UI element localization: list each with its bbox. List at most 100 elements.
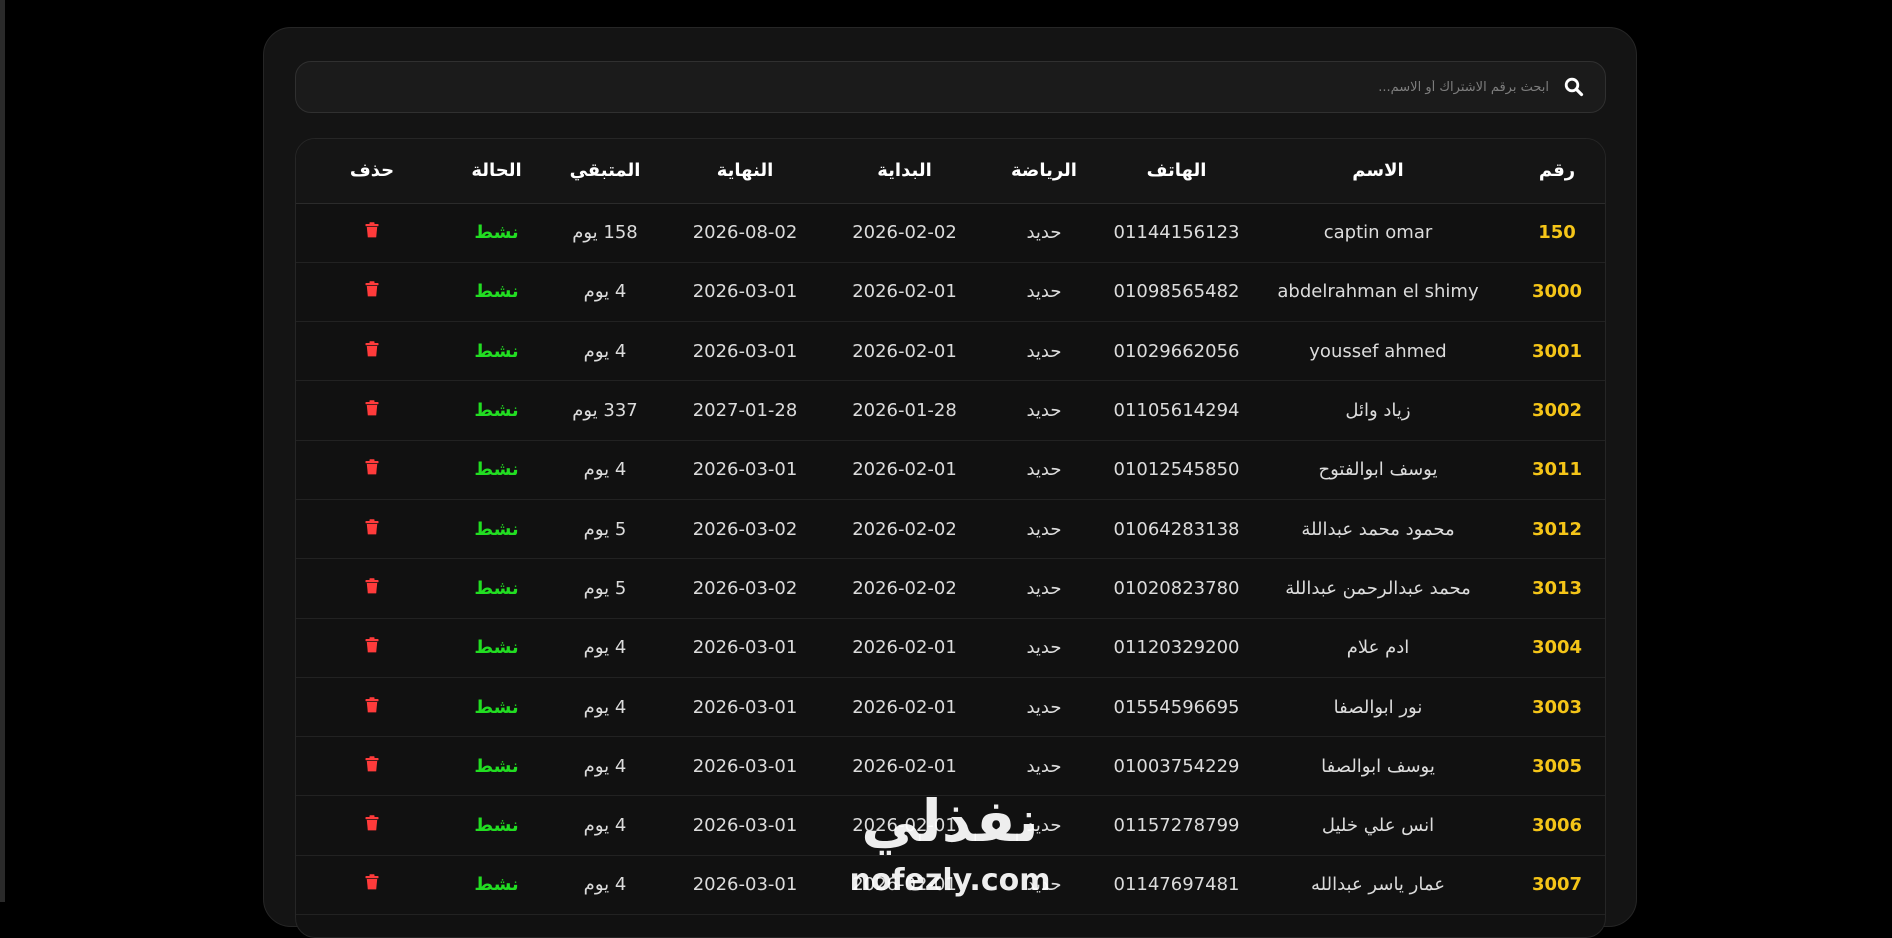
cell-id: 3012 [1507, 499, 1605, 560]
cell-end-date: 2027-01-28 [665, 380, 825, 441]
trash-icon[interactable] [365, 400, 379, 416]
header-phone: الهاتف [1104, 139, 1249, 204]
trash-icon[interactable] [365, 459, 379, 475]
cell-phone: 01003754229 [1104, 736, 1249, 797]
table-row: 3005 يوسف ابوالصفا 01003754229 حديد 2026-02-… [296, 736, 1605, 797]
header-sport: الرياضة [984, 139, 1104, 204]
cell-name: يوسف ابوالصفا [1249, 736, 1507, 797]
cell-remaining: 4 يوم [545, 855, 665, 916]
search-input[interactable] [296, 62, 1549, 112]
cell-start-date: 2026-02-01 [825, 736, 984, 797]
cell-sport: حديد [984, 262, 1104, 323]
cell-sport: حديد [984, 677, 1104, 738]
cell-end-date: 2026-03-01 [665, 677, 825, 738]
cell-delete [296, 380, 448, 441]
trash-icon[interactable] [365, 222, 379, 238]
cell-name: ادم علام [1249, 618, 1507, 678]
cell-delete [296, 499, 448, 560]
trash-icon[interactable] [365, 281, 379, 297]
table-row: 3011 يوسف ابوالفتوح 01012545850 حديد 2026-02… [296, 440, 1605, 500]
trash-icon[interactable] [365, 518, 379, 535]
subscribers-table: رقم الاسم الهاتف الرياضة البداية النهاية… [296, 139, 1605, 916]
cell-phone: 01554596695 [1104, 677, 1249, 738]
cell-delete [296, 440, 448, 500]
cell-end-date: 2026-03-01 [665, 855, 825, 916]
cell-remaining: 4 يوم [545, 262, 665, 323]
cell-end-date: 2026-03-02 [665, 558, 825, 619]
trash-icon[interactable] [365, 637, 379, 653]
cell-name: انس علي خليل [1249, 795, 1507, 856]
cell-id: 3005 [1507, 736, 1605, 797]
cell-sport: حديد [984, 618, 1104, 678]
cell-sport: حديد [984, 499, 1104, 560]
table-row: 3013 محمد عبدالرحمن عبداللة 01020823780 حدي… [296, 558, 1605, 619]
cell-delete [296, 262, 448, 323]
trash-icon[interactable] [365, 696, 379, 713]
trash-icon[interactable] [365, 756, 379, 772]
cell-end-date: 2026-03-01 [665, 440, 825, 500]
cell-remaining: 4 يوم [545, 440, 665, 500]
cell-status: نشط [448, 855, 545, 916]
cell-phone: 01029662056 [1104, 321, 1249, 382]
trash-icon[interactable] [365, 578, 379, 594]
cell-remaining: 337 يوم [545, 380, 665, 441]
cell-end-date: 2026-03-01 [665, 736, 825, 797]
table-row: 3000 abdelrahman el shimy 01098565482 حديد 2… [296, 262, 1605, 323]
cell-id: 3000 [1507, 262, 1605, 323]
table-row: 150 captin omar 01144156123 حديد 2026-02-02 2… [296, 203, 1605, 263]
cell-end-date: 2026-08-02 [665, 203, 825, 263]
cell-status: نشط [448, 558, 545, 619]
cell-phone: 01098565482 [1104, 262, 1249, 323]
cell-status: نشط [448, 795, 545, 856]
header-status: الحالة [448, 139, 545, 204]
cell-id: 150 [1507, 203, 1605, 263]
header-id: رقم [1507, 139, 1605, 204]
cell-status: نشط [448, 736, 545, 797]
search-bar [295, 61, 1606, 113]
cell-end-date: 2026-03-01 [665, 262, 825, 323]
cell-remaining: 4 يوم [545, 795, 665, 856]
cell-phone: 01020823780 [1104, 558, 1249, 619]
cell-name: محمود محمد عبداللة [1249, 499, 1507, 560]
cell-remaining: 158 يوم [545, 203, 665, 263]
cell-start-date: 2026-02-02 [825, 499, 984, 560]
cell-name: عمار ياسر عبدالله [1249, 855, 1507, 916]
cell-name: محمد عبدالرحمن عبداللة [1249, 558, 1507, 619]
cell-name: youssef ahmed [1249, 321, 1507, 382]
trash-icon[interactable] [365, 874, 379, 890]
cell-start-date: 2026-02-02 [825, 203, 984, 263]
cell-id: 3013 [1507, 558, 1605, 619]
cell-name: زياد وائل [1249, 380, 1507, 441]
cell-sport: حديد [984, 203, 1104, 263]
cell-start-date: 2026-02-01 [825, 262, 984, 323]
cell-phone: 01012545850 [1104, 440, 1249, 500]
table-row: 3003 نور ابوالصفا 01554596695 حديد 2026-02-0… [296, 677, 1605, 738]
search-icon[interactable] [1561, 74, 1587, 100]
subscribers-table-container: رقم الاسم الهاتف الرياضة البداية النهاية… [295, 138, 1606, 938]
trash-icon[interactable] [365, 815, 379, 831]
cell-sport: حديد [984, 795, 1104, 856]
table-row: 3004 ادم علام 01120329200 حديد 2026-02-01 202… [296, 618, 1605, 678]
table-row: 3012 محمود محمد عبداللة 01064283138 حديد 202… [296, 499, 1605, 560]
trash-icon[interactable] [365, 341, 379, 357]
cell-remaining: 4 يوم [545, 618, 665, 678]
cell-remaining: 5 يوم [545, 558, 665, 619]
cell-id: 3003 [1507, 677, 1605, 738]
cell-id: 3007 [1507, 855, 1605, 916]
table-row: 3001 youssef ahmed 01029662056 حديد 2026-02-… [296, 321, 1605, 382]
cell-end-date: 2026-03-01 [665, 321, 825, 382]
cell-name: captin omar [1249, 203, 1507, 263]
cell-delete [296, 618, 448, 678]
cell-phone: 01157278799 [1104, 795, 1249, 856]
cell-sport: حديد [984, 380, 1104, 441]
cell-delete [296, 203, 448, 263]
header-remaining: المتبقي [545, 139, 665, 204]
header-name: الاسم [1249, 139, 1507, 204]
cell-start-date: 2026-01-28 [825, 380, 984, 441]
cell-start-date: 2026-02-01 [825, 855, 984, 916]
cell-id: 3004 [1507, 618, 1605, 678]
cell-sport: حديد [984, 321, 1104, 382]
cell-status: نشط [448, 618, 545, 678]
cell-start-date: 2026-02-01 [825, 677, 984, 738]
cell-start-date: 2026-02-02 [825, 558, 984, 619]
